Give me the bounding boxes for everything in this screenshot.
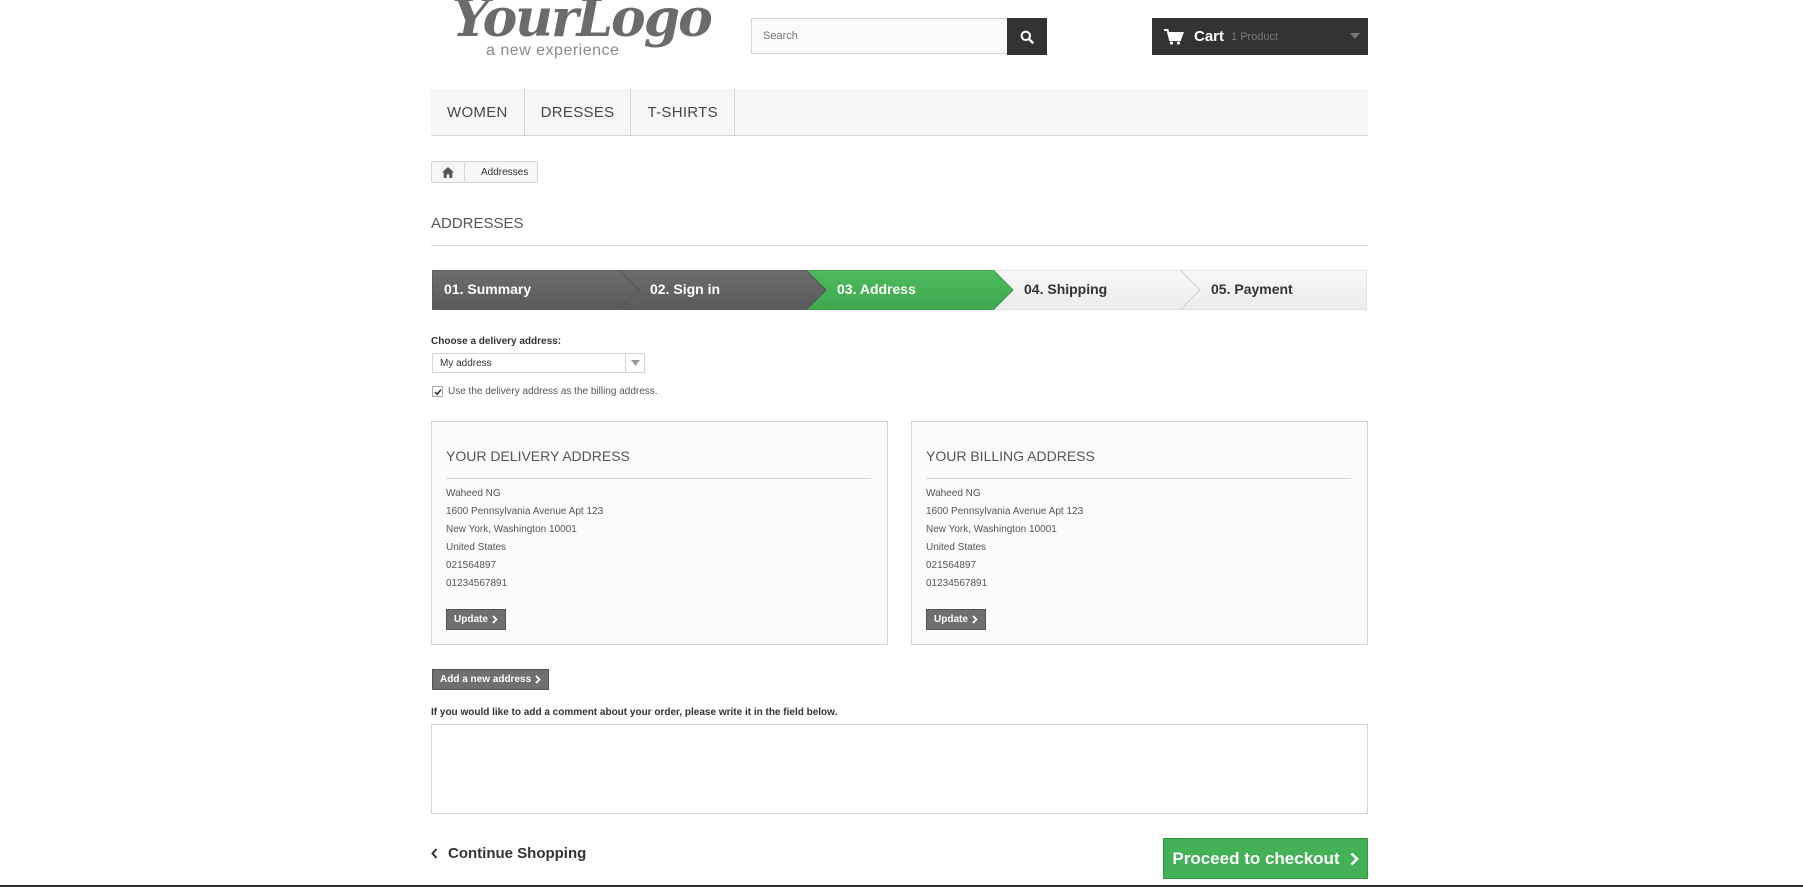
step-sign-in[interactable]: 02. Sign in (650, 281, 720, 297)
checkout-steps: 01. Summary 02. Sign in 03. Address 04. … (432, 270, 1367, 310)
address-city: New York, Washington 10001 (926, 524, 1057, 535)
cart-button[interactable]: Cart 1 Product (1152, 18, 1368, 55)
address-country: United States (446, 542, 507, 553)
step-address: 03. Address (837, 281, 916, 297)
search-button[interactable] (1007, 18, 1047, 55)
update-delivery-address-button[interactable]: Update (446, 609, 506, 630)
address-country: United States (926, 542, 987, 553)
logo-tagline: a new experience (486, 42, 620, 59)
page-title: ADDRESSES (431, 215, 524, 232)
address-street: 1600 Pennsylvania Avenue Apt 123 (446, 506, 604, 517)
breadcrumb-home[interactable] (432, 162, 465, 182)
chevron-left-icon (431, 848, 438, 859)
billing-address-title: YOUR BILLING ADDRESS (926, 448, 1095, 464)
cart-icon (1164, 28, 1184, 45)
comment-label: If you would like to add a comment about… (431, 707, 838, 718)
chevron-down-icon (625, 354, 644, 372)
chevron-right-icon (492, 615, 498, 624)
step-payment: 05. Payment (1211, 281, 1293, 297)
divider (926, 478, 1351, 479)
update-label: Update (454, 614, 488, 625)
address-name: Waheed NG (926, 488, 981, 499)
address-name: Waheed NG (446, 488, 501, 499)
checkout-label: Proceed to checkout (1172, 848, 1340, 868)
chevron-right-icon (535, 675, 541, 684)
search-icon (1020, 30, 1034, 44)
cart-count: 1 Product (1231, 30, 1279, 43)
address-mobile: 01234567891 (926, 578, 988, 589)
delivery-address-title: YOUR DELIVERY ADDRESS (446, 448, 630, 464)
same-billing-label: Use the delivery address as the billing … (448, 386, 658, 397)
site-logo[interactable]: YourLogo a new experience (452, 0, 713, 62)
add-new-address-button[interactable]: Add a new address (432, 669, 550, 690)
address-phone: 021564897 (446, 560, 497, 571)
address-mobile: 01234567891 (446, 578, 508, 589)
update-billing-address-button[interactable]: Update (926, 609, 986, 630)
step-shipping: 04. Shipping (1024, 281, 1108, 297)
main-menu: WOMEN DRESSES T-SHIRTS (431, 89, 1368, 136)
continue-shopping-link[interactable]: Continue Shopping (431, 845, 586, 862)
checkmark-icon (433, 388, 442, 396)
chevron-right-icon (1350, 852, 1359, 865)
continue-shopping-label: Continue Shopping (448, 845, 587, 862)
billing-address-box: YOUR BILLING ADDRESS Waheed NG 1600 Penn… (911, 421, 1368, 645)
search-input[interactable] (751, 18, 1007, 54)
breadcrumb-current: Addresses (481, 166, 529, 178)
update-label: Update (934, 614, 968, 625)
address-street: 1600 Pennsylvania Avenue Apt 123 (926, 506, 1084, 517)
step-summary[interactable]: 01. Summary (444, 281, 531, 297)
menu-item-t-shirts[interactable]: T-SHIRTS (631, 89, 735, 135)
menu-item-dresses[interactable]: DRESSES (525, 89, 632, 135)
chevron-down-icon (1350, 33, 1360, 39)
divider (431, 245, 1368, 246)
address-city: New York, Washington 10001 (446, 524, 577, 535)
delivery-address-label: Choose a delivery address: (431, 336, 562, 347)
menu-item-women[interactable]: WOMEN (431, 89, 525, 135)
divider (446, 478, 871, 479)
delivery-address-select[interactable]: My address (432, 353, 645, 373)
breadcrumb: Addresses (431, 161, 539, 183)
delivery-address-box: YOUR DELIVERY ADDRESS Waheed NG 1600 Pen… (431, 421, 888, 645)
comment-textarea[interactable] (431, 724, 1368, 814)
billing-address-lines: Waheed NG 1600 Pennsylvania Avenue Apt 1… (926, 485, 1083, 593)
proceed-to-checkout-button[interactable]: Proceed to checkout (1163, 838, 1368, 879)
select-value: My address (440, 357, 492, 369)
same-billing-checkbox[interactable] (432, 386, 443, 397)
home-icon (442, 166, 454, 178)
cart-label: Cart (1194, 28, 1225, 45)
chevron-right-icon (972, 615, 978, 624)
add-address-label: Add a new address (440, 674, 532, 685)
delivery-address-lines: Waheed NG 1600 Pennsylvania Avenue Apt 1… (446, 485, 603, 593)
address-phone: 021564897 (926, 560, 977, 571)
